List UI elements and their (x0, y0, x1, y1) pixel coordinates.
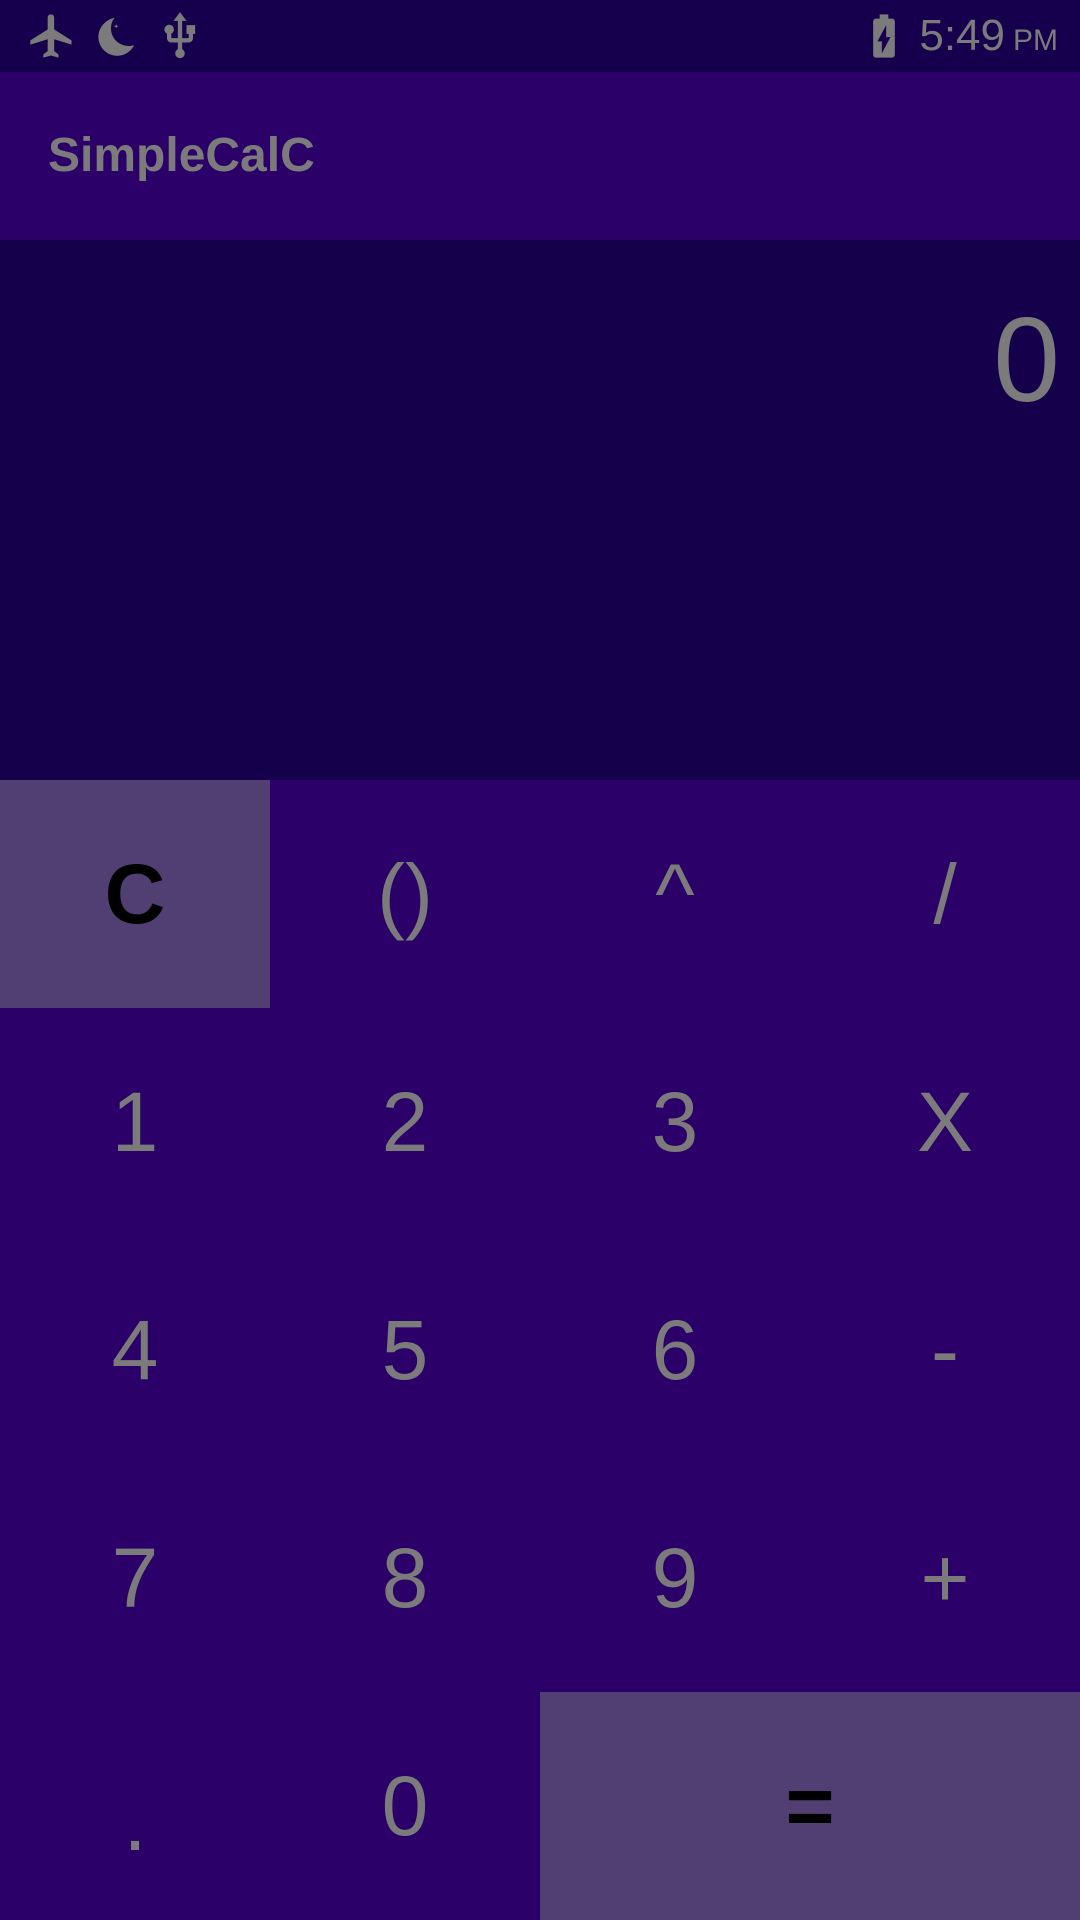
equals-button[interactable]: = (540, 1692, 1080, 1920)
power-button[interactable]: ^ (540, 780, 810, 1008)
result-display: 0 (0, 240, 1080, 780)
do-not-disturb-moon-icon (88, 10, 140, 62)
airplane-mode-icon (26, 10, 78, 62)
app-bar: SimpleCalC (0, 72, 1080, 240)
digit-9-button[interactable]: 9 (540, 1464, 810, 1692)
divide-button[interactable]: / (810, 780, 1080, 1008)
digit-8-button[interactable]: 8 (270, 1464, 540, 1692)
display-value: 0 (993, 293, 1060, 427)
status-ampm: PM (1013, 24, 1058, 57)
multiply-button[interactable]: X (810, 1008, 1080, 1236)
subtract-button[interactable]: - (810, 1236, 1080, 1464)
digit-6-button[interactable]: 6 (540, 1236, 810, 1464)
status-bar: 5:49 PM (0, 0, 1080, 72)
digit-7-button[interactable]: 7 (0, 1464, 270, 1692)
decimal-point-button[interactable]: . (0, 1692, 270, 1920)
digit-2-button[interactable]: 2 (270, 1008, 540, 1236)
digit-4-button[interactable]: 4 (0, 1236, 270, 1464)
clear-button[interactable]: C (0, 780, 270, 1008)
digit-1-button[interactable]: 1 (0, 1008, 270, 1236)
keypad: C () ^ / 1 2 3 X 4 5 6 - 7 8 9 + . 0 = (0, 780, 1080, 1920)
battery-charging-icon (858, 10, 910, 62)
status-time: 5:49 PM (919, 11, 1058, 60)
digit-5-button[interactable]: 5 (270, 1236, 540, 1464)
digit-3-button[interactable]: 3 (540, 1008, 810, 1236)
usb-icon (154, 10, 206, 62)
app-title: SimpleCalC (48, 129, 315, 182)
add-button[interactable]: + (810, 1464, 1080, 1692)
digit-0-button[interactable]: 0 (270, 1692, 540, 1920)
parentheses-button[interactable]: () (270, 780, 540, 1008)
